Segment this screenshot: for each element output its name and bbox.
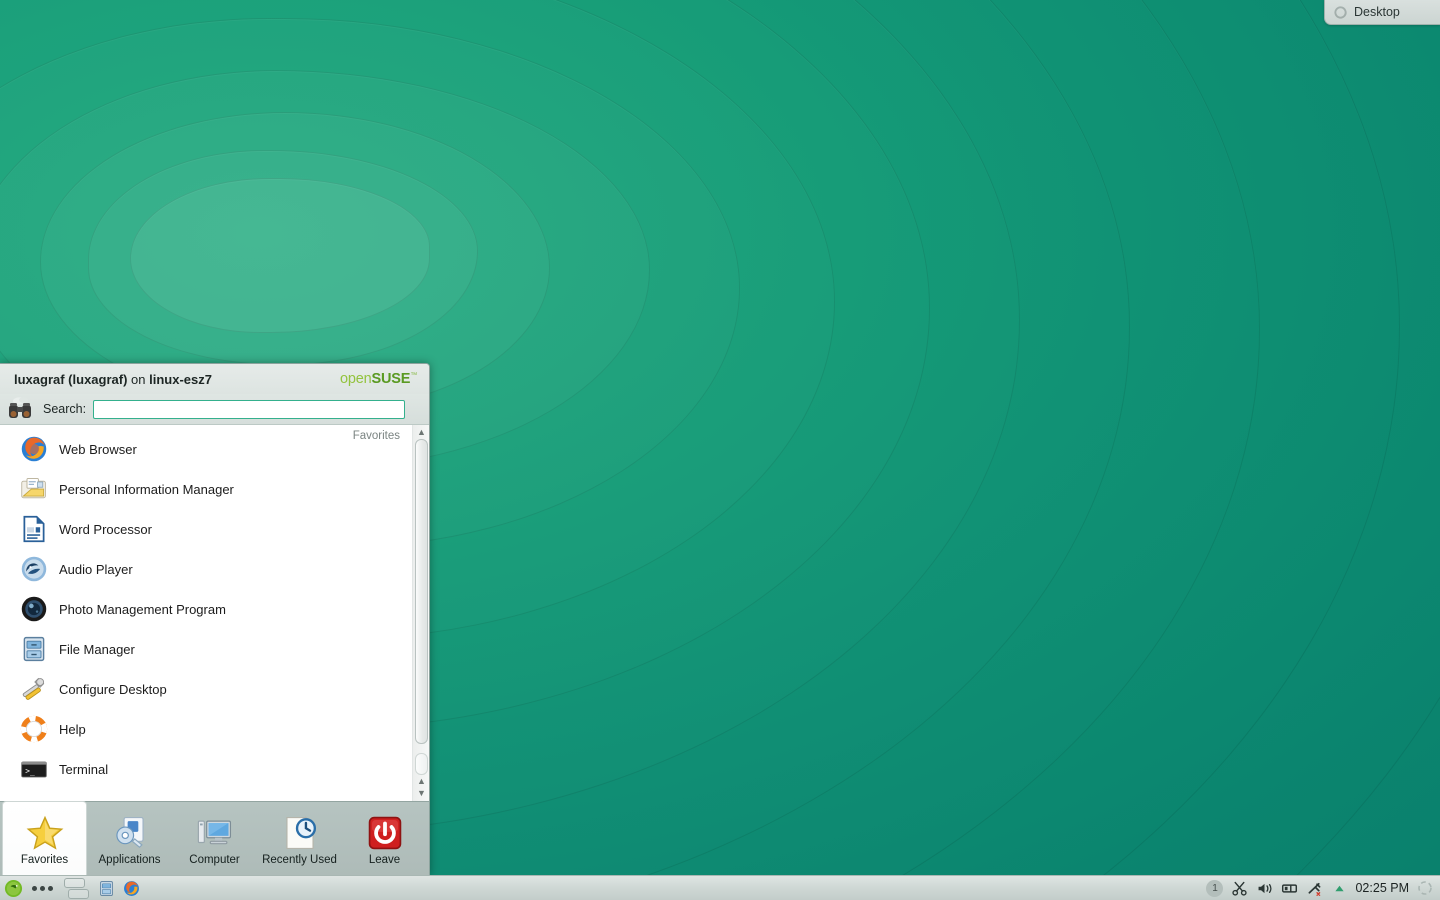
list-item-label: Word Processor [59,521,152,537]
dolphin-icon [100,880,113,896]
svg-text:>_: >_ [25,766,35,775]
logo-open: open [340,371,372,387]
dolphin-icon [23,636,45,662]
kickoff-body: Favorites Web Browser Personal Informati… [0,425,429,801]
activities-button[interactable] [27,885,58,891]
dot-icon [48,885,53,891]
kickoff-menu: luxagraf (luxagraf) on linux-esz7 openSU… [0,363,430,875]
list-item[interactable]: Configure Desktop [0,669,412,709]
pager-desktop-1[interactable] [64,877,85,888]
tab-label: Applications [98,853,161,866]
help-icon [20,715,48,743]
star-icon [26,815,63,850]
web-browser-launcher[interactable] [120,877,143,900]
tab-label: Leave [368,853,401,866]
pager-widget[interactable] [60,877,93,899]
desktop-screen: Desktop luxagraf (luxagraf) on linux-esz… [0,0,1440,900]
list-item-label: Personal Information Manager [59,481,234,497]
list-item[interactable]: Web Browser [0,429,412,469]
desktop-toolbox-button[interactable]: Desktop [1324,0,1440,25]
opensuse-icon [4,879,23,897]
settings-icon [22,677,45,700]
speaker-icon[interactable] [1255,879,1273,897]
kickoff-tabbar: Favorites Applications Computer Recently… [0,801,429,875]
list-item-label: Help [59,721,86,737]
scroll-down-arrow[interactable]: ▼ [415,788,428,799]
scissors-icon[interactable] [1230,879,1248,897]
opensuse-logo: openSUSE™ [340,371,417,387]
taskbar-panel: 1 02:25 PM [0,875,1440,900]
tab-label: Recently Used [262,853,337,866]
toolbox-label: Desktop [1354,5,1400,19]
list-item[interactable]: Audio Player [0,549,412,589]
system-tray: 1 02:25 PM [1206,876,1438,900]
list-item-label: Terminal [59,761,109,777]
firefox-icon [124,880,139,896]
scroll-down-arrow-upper[interactable]: ▲ [415,776,428,787]
tab-favorites[interactable]: Favorites [2,801,88,875]
list-item[interactable]: Personal Information Manager [0,469,412,509]
list-item[interactable]: >_ Terminal [0,749,412,789]
list-item-label: Photo Management Program [59,601,226,617]
cashew-gear-icon [1334,5,1347,19]
amarok-icon [21,556,47,582]
terminal-icon: >_ [21,761,47,778]
dot-icon [40,885,45,891]
search-label: Search: [43,402,87,416]
show-hidden-icon[interactable] [1330,879,1348,897]
clock[interactable]: 02:25 PM [1355,881,1409,895]
user-connector: on [127,371,150,387]
firefox-icon [21,436,47,462]
file-manager-launcher[interactable] [95,877,118,900]
user-name: luxagraf (luxagraf) [14,371,128,387]
computer-icon [197,820,231,844]
search-input[interactable] [93,399,405,419]
list-item-label: Audio Player [59,561,133,577]
tab-computer[interactable]: Computer [172,802,257,875]
host-name: linux-esz7 [149,371,212,387]
pager-desktop-2[interactable] [68,888,89,899]
applications-icon [115,816,144,848]
favorites-list: Favorites Web Browser Personal Informati… [0,425,412,801]
list-item[interactable]: Word Processor [0,509,412,549]
list-item[interactable]: Help [0,709,412,749]
kontact-icon [21,478,46,499]
binoculars-icon [9,397,31,418]
clock-document-icon [285,815,316,849]
scroll-up-arrow[interactable]: ▲ [415,427,428,438]
notifications-badge[interactable]: 1 [1206,879,1224,897]
wallpaper-contour [130,178,430,333]
power-icon [368,816,401,849]
tab-label: Computer [189,853,240,866]
kickoff-launcher-button[interactable] [2,877,25,900]
device-icon[interactable] [1280,879,1298,897]
breadcrumb: Favorites [352,430,400,442]
favorites-scrollbar[interactable]: ▲ ▲ ▼ [412,425,429,801]
kickoff-header: luxagraf (luxagraf) on linux-esz7 openSU… [0,364,429,394]
digikam-icon [21,596,47,622]
panel-left-group [2,876,143,900]
tab-recently-used[interactable]: Recently Used [257,802,342,875]
kickoff-search-row: Search: [0,394,429,425]
bluetooth-off-icon[interactable] [1305,879,1323,897]
tab-applications[interactable]: Applications [87,802,172,875]
scrollbar-thumb[interactable] [415,439,428,744]
dot-icon [32,885,37,891]
writer-icon [23,515,45,543]
list-item[interactable]: File Manager [0,629,412,669]
trash-widget-icon[interactable] [1416,879,1434,897]
tab-leave[interactable]: Leave [342,802,427,875]
logo-suse: SUSE [371,371,411,387]
logo-tm: ™ [410,372,417,380]
tab-label: Favorites [20,853,69,866]
kickoff-user-line: luxagraf (luxagraf) on linux-esz7 [14,372,212,387]
list-item[interactable]: Photo Management Program [0,589,412,629]
scrollbar-thumb-secondary[interactable] [415,753,428,775]
list-item-label: Web Browser [59,441,137,457]
list-item-label: File Manager [59,641,135,657]
list-item-label: Configure Desktop [59,681,167,697]
